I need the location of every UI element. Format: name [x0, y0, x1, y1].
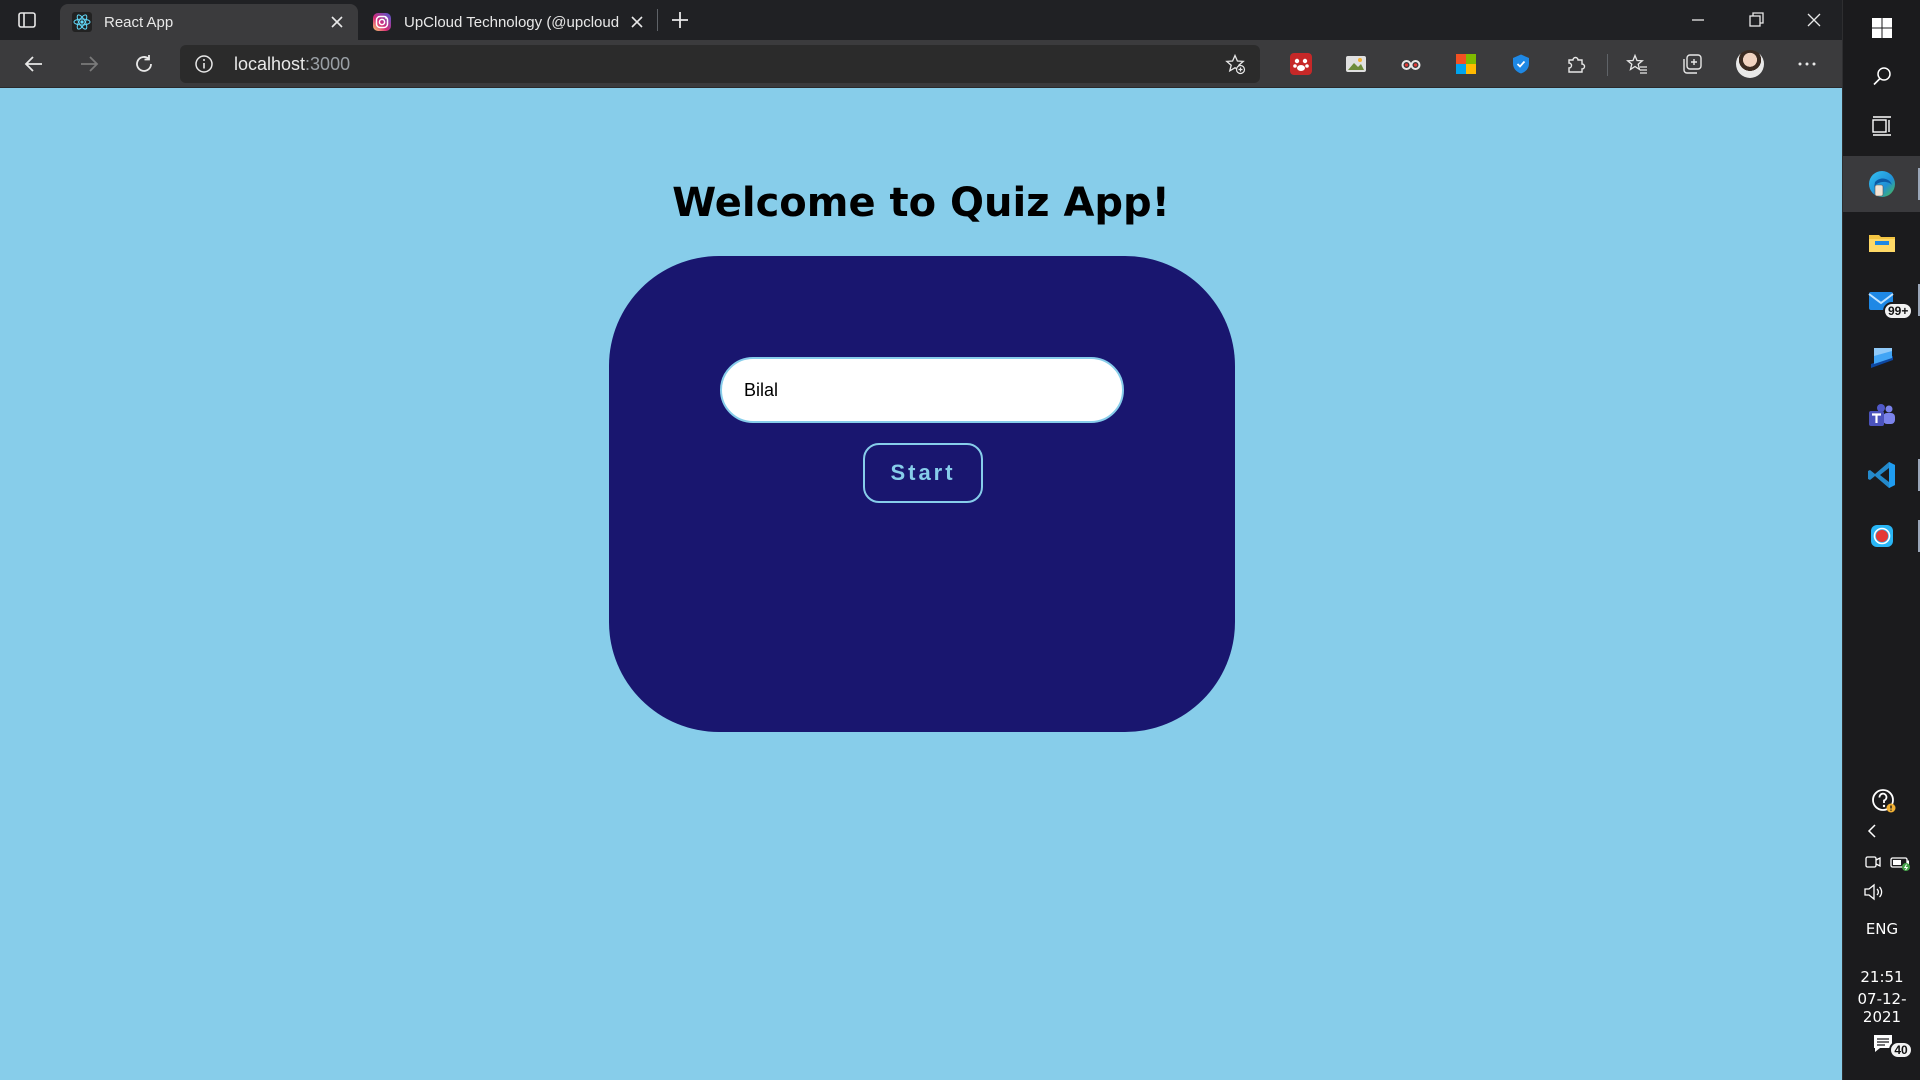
refresh-button[interactable]	[130, 50, 158, 78]
address-url: localhost:3000	[234, 54, 350, 75]
language-indicator[interactable]: ENG	[1843, 920, 1920, 938]
favorites-icon[interactable]	[1626, 53, 1648, 75]
color-grid-extension-icon[interactable]	[1455, 53, 1477, 75]
tab-title: UpCloud Technology (@upcloud	[404, 13, 620, 31]
taskbar-app-mail[interactable]: 99+	[1843, 272, 1920, 328]
help-icon[interactable]	[1871, 788, 1897, 814]
url-port: :3000	[305, 54, 351, 74]
name-input[interactable]	[720, 357, 1124, 423]
tab-separator	[657, 9, 658, 31]
browser-window: React App UpCloud Technology (@upcloud l…	[0, 0, 1842, 1080]
chevron-left-icon[interactable]	[1863, 822, 1881, 840]
tab-upcloud-technology[interactable]: UpCloud Technology (@upcloud	[360, 4, 658, 40]
close-window-icon[interactable]	[1800, 6, 1828, 34]
back-button[interactable]	[20, 50, 48, 78]
paw-extension-icon[interactable]	[1290, 53, 1312, 75]
taskbar-app-edge[interactable]	[1843, 156, 1920, 212]
close-tab-icon[interactable]	[628, 13, 646, 31]
profile-avatar[interactable]	[1736, 50, 1764, 78]
clock-date[interactable]: 07-12-2021	[1843, 990, 1920, 1026]
react-icon	[72, 12, 92, 32]
edge-icon	[1869, 171, 1895, 197]
teams-icon	[1869, 404, 1895, 426]
tab-react-app[interactable]: React App	[60, 4, 358, 40]
site-info-icon[interactable]	[194, 54, 214, 74]
windows-taskbar: 99+ ENG 21:51 07-12-2021 40	[1842, 0, 1920, 1080]
start-button[interactable]: Start	[863, 443, 983, 503]
extensions-puzzle-icon[interactable]	[1565, 53, 1587, 75]
taskbar-app-screen-recorder[interactable]	[1843, 508, 1920, 564]
url-host: localhost	[234, 54, 306, 74]
collections-icon[interactable]	[1681, 53, 1703, 75]
page-title: Welcome to Quiz App!	[672, 180, 1170, 226]
meet-now-icon[interactable]	[1863, 852, 1883, 872]
volume-icon[interactable]	[1863, 882, 1885, 902]
close-tab-icon[interactable]	[328, 13, 346, 31]
new-tab-icon[interactable]	[668, 8, 692, 32]
mail-unread-badge: 99+	[1883, 302, 1914, 320]
screen-recorder-icon	[1871, 525, 1893, 547]
taskbar-app-vscode[interactable]	[1843, 447, 1920, 503]
vscode-icon	[1868, 462, 1895, 488]
image-extension-icon[interactable]	[1345, 53, 1367, 75]
address-bar[interactable]: localhost:3000	[180, 45, 1260, 83]
file-explorer-icon	[1869, 235, 1895, 252]
forward-button[interactable]	[75, 50, 103, 78]
tab-actions-icon[interactable]	[16, 9, 38, 31]
notifications-count-badge: 40	[1889, 1041, 1913, 1059]
taskbar-app-teams[interactable]	[1843, 388, 1920, 444]
more-menu-icon[interactable]	[1796, 53, 1818, 75]
windows-logo-icon	[1872, 18, 1892, 38]
back-arrow-icon	[24, 56, 42, 72]
tab-title: React App	[104, 13, 174, 31]
shield-extension-icon[interactable]	[1510, 53, 1532, 75]
instagram-icon	[373, 13, 391, 31]
refresh-icon	[136, 55, 152, 72]
minimize-icon[interactable]	[1684, 6, 1712, 34]
restore-icon[interactable]	[1742, 6, 1770, 34]
search-icon	[1873, 67, 1891, 86]
toolbar-divider	[1607, 54, 1608, 76]
page-viewport: Welcome to Quiz App! Start	[0, 88, 1842, 1080]
taskbar-app-file-explorer[interactable]	[1843, 214, 1920, 270]
clock-time[interactable]: 21:51	[1843, 968, 1920, 986]
task-view-button[interactable]	[1843, 98, 1920, 154]
glasses-extension-icon[interactable]	[1400, 53, 1422, 75]
tab-strip: React App UpCloud Technology (@upcloud	[0, 0, 1842, 40]
remote-desktop-icon	[1871, 348, 1893, 368]
taskbar-search[interactable]	[1843, 48, 1920, 104]
quiz-card: Start	[609, 256, 1235, 732]
forward-arrow-icon	[81, 56, 99, 72]
task-view-icon	[1872, 116, 1891, 136]
add-favorite-icon[interactable]	[1224, 53, 1246, 75]
navigation-toolbar: localhost:3000	[0, 40, 1842, 88]
battery-charging-icon[interactable]	[1889, 852, 1911, 872]
taskbar-app-remote-desktop[interactable]	[1843, 330, 1920, 386]
